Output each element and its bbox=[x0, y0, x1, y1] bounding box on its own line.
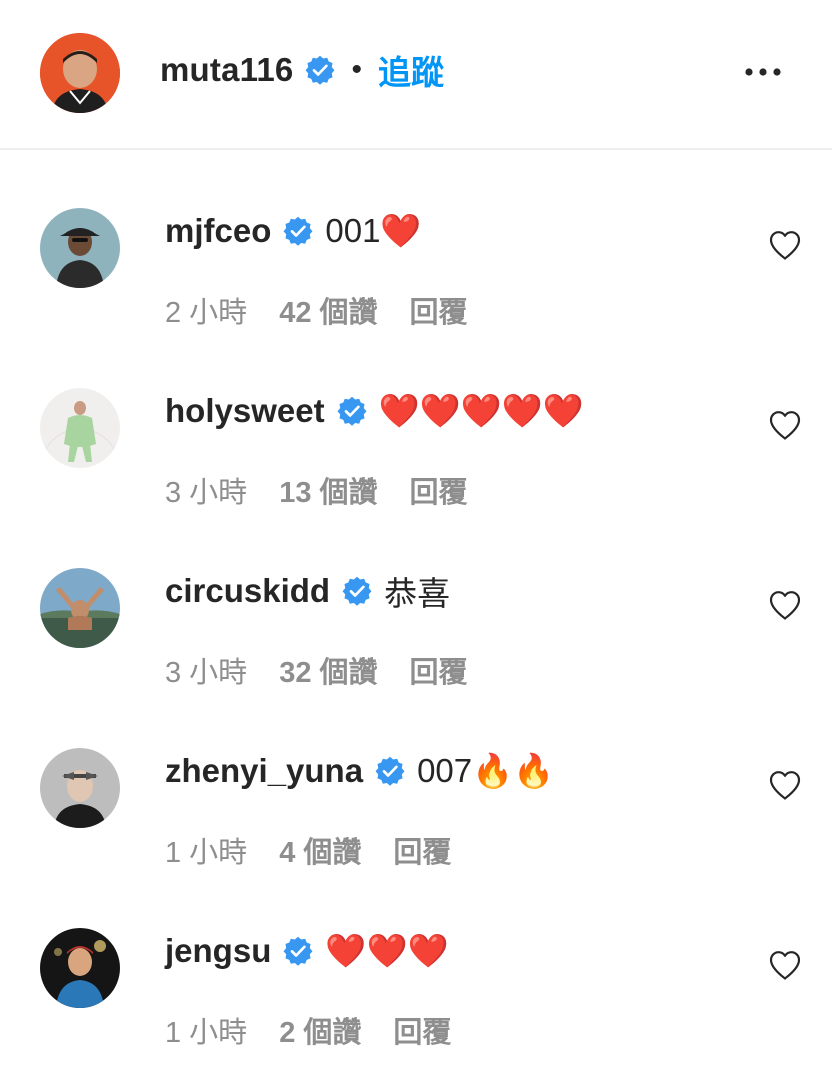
commenter-avatar-image bbox=[40, 928, 120, 1008]
comment-likes[interactable]: 4 個讚 bbox=[279, 829, 361, 871]
separator-dot: • bbox=[351, 53, 362, 86]
comment-likes[interactable]: 42 個讚 bbox=[279, 289, 377, 331]
commenter-username[interactable]: holysweet bbox=[165, 392, 325, 430]
comment-text: 007🔥🔥 bbox=[417, 751, 555, 789]
comment-likes[interactable]: 13 個讚 bbox=[279, 469, 377, 511]
comment-item: mjfceo 001❤️ 2 小時 42 個讚 回覆 bbox=[0, 150, 832, 330]
reply-button[interactable]: 回覆 bbox=[393, 1009, 451, 1051]
comment-line: circuskidd 恭喜 bbox=[165, 570, 450, 612]
commenter-username[interactable]: circuskidd bbox=[165, 572, 330, 610]
reply-button[interactable]: 回覆 bbox=[410, 469, 468, 511]
reply-button[interactable]: 回覆 bbox=[410, 649, 468, 691]
commenter-username[interactable]: jengsu bbox=[165, 932, 271, 970]
comment-line: zhenyi_yuna 007🔥🔥 bbox=[165, 750, 554, 792]
comment-line: jengsu ❤️❤️❤️ bbox=[165, 930, 449, 972]
comment-time[interactable]: 1 小時 bbox=[165, 1009, 247, 1051]
commenter-avatar[interactable] bbox=[40, 568, 120, 648]
header-user-line: muta116 • 追蹤 bbox=[160, 50, 444, 91]
commenter-avatar[interactable] bbox=[40, 388, 120, 468]
comment-item: circuskidd 恭喜 3 小時 32 個讚 回覆 bbox=[0, 510, 832, 690]
like-heart-icon[interactable] bbox=[768, 769, 802, 801]
comment-meta: 1 小時 2 個讚 回覆 bbox=[165, 1010, 451, 1050]
commenter-username[interactable]: zhenyi_yuna bbox=[165, 752, 363, 790]
verified-badge-icon bbox=[283, 936, 313, 966]
post-header: muta116 • 追蹤 bbox=[0, 0, 832, 150]
reply-button[interactable]: 回覆 bbox=[393, 829, 451, 871]
like-heart-icon[interactable] bbox=[768, 589, 802, 621]
comment-item: zhenyi_yuna 007🔥🔥 1 小時 4 個讚 回覆 bbox=[0, 690, 832, 870]
commenter-avatar[interactable] bbox=[40, 208, 120, 288]
commenter-username[interactable]: mjfceo bbox=[165, 212, 271, 250]
commenter-avatar-image bbox=[40, 748, 120, 828]
verified-badge-icon bbox=[375, 756, 405, 786]
commenter-avatar[interactable] bbox=[40, 928, 120, 1008]
reply-button[interactable]: 回覆 bbox=[410, 289, 468, 331]
comment-likes[interactable]: 32 個讚 bbox=[279, 649, 377, 691]
comment-meta: 3 小時 13 個讚 回覆 bbox=[165, 470, 468, 510]
author-avatar-image bbox=[40, 33, 120, 113]
follow-button[interactable]: 追蹤 bbox=[378, 46, 444, 94]
author-username[interactable]: muta116 bbox=[160, 51, 293, 89]
commenter-avatar-image bbox=[40, 568, 120, 648]
comment-item: holysweet ❤️❤️❤️❤️❤️ 3 小時 13 個讚 回覆 bbox=[0, 330, 832, 510]
comment-meta: 1 小時 4 個讚 回覆 bbox=[165, 830, 451, 870]
commenter-avatar-image bbox=[40, 208, 120, 288]
verified-badge-icon bbox=[305, 55, 335, 85]
comment-text: ❤️❤️❤️ bbox=[325, 931, 449, 969]
comment-likes[interactable]: 2 個讚 bbox=[279, 1009, 361, 1051]
like-heart-icon[interactable] bbox=[768, 229, 802, 261]
comment-time[interactable]: 2 小時 bbox=[165, 289, 247, 331]
comment-time[interactable]: 1 小時 bbox=[165, 829, 247, 871]
verified-badge-icon bbox=[283, 216, 313, 246]
comment-text: ❤️❤️❤️❤️❤️ bbox=[378, 391, 585, 429]
comment-line: mjfceo 001❤️ bbox=[165, 210, 422, 252]
verified-badge-icon bbox=[342, 576, 372, 606]
comment-text: 恭喜 bbox=[384, 575, 451, 612]
comment-meta: 2 小時 42 個讚 回覆 bbox=[165, 290, 468, 330]
comment-time[interactable]: 3 小時 bbox=[165, 649, 247, 691]
like-heart-icon[interactable] bbox=[768, 949, 802, 981]
comment-item: jengsu ❤️❤️❤️ 1 小時 2 個讚 回覆 bbox=[0, 870, 832, 1050]
like-heart-icon[interactable] bbox=[768, 409, 802, 441]
commenter-avatar-image bbox=[40, 388, 120, 468]
comment-text: 001❤️ bbox=[325, 211, 422, 249]
verified-badge-icon bbox=[337, 396, 367, 426]
comment-time[interactable]: 3 小時 bbox=[165, 469, 247, 511]
comment-meta: 3 小時 32 個讚 回覆 bbox=[165, 650, 468, 690]
more-options-icon[interactable] bbox=[744, 62, 784, 82]
author-avatar[interactable] bbox=[40, 33, 120, 113]
commenter-avatar[interactable] bbox=[40, 748, 120, 828]
comment-line: holysweet ❤️❤️❤️❤️❤️ bbox=[165, 390, 584, 432]
